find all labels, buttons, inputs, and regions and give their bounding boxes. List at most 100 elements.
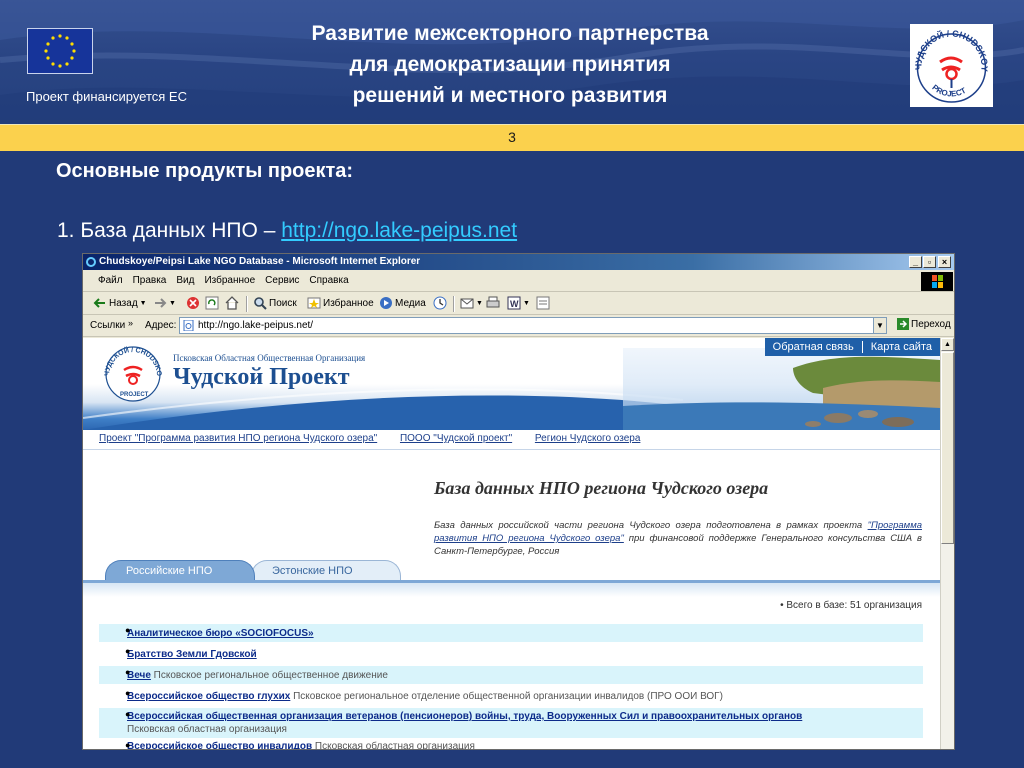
section-heading: Основные продукты проекта: (56, 160, 354, 182)
database-description: База данных российской части региона Чуд… (434, 519, 922, 558)
home-button[interactable] (225, 296, 239, 310)
favorites-label: Избранное (323, 297, 374, 309)
edit-word-button[interactable]: W ▼ (507, 296, 530, 310)
search-label: Поиск (269, 297, 297, 309)
forward-arrow-icon (155, 298, 167, 308)
sitemap-link[interactable]: Карта сайта (863, 338, 940, 356)
history-button[interactable] (433, 296, 447, 310)
standard-toolbar: Назад ▼ ▼ Поиск Избранное Медиа ▼ W ▼ (83, 293, 954, 315)
chevron-down-icon: ▼ (169, 299, 176, 307)
ngo-link[interactable]: Братство Земли Гдовской (127, 649, 257, 660)
bullet: ● (125, 625, 131, 635)
bullet: ● (125, 740, 131, 749)
site-org-name: Псковская Областная Общественная Организ… (173, 353, 366, 363)
site-name[interactable]: Чудской Проект (173, 364, 350, 391)
ngo-tabs: Российские НПО Эстонские НПО (105, 558, 405, 580)
divider (83, 449, 940, 450)
list-item-prefix: 1. База данных НПО – (57, 219, 282, 242)
media-button[interactable]: Медиа (379, 296, 426, 310)
list-item: ● Аналитическое бюро «SOCIOFOCUS» (99, 624, 923, 642)
region-link[interactable]: Регион Чудского озера (535, 433, 640, 444)
ngo-link[interactable]: Вече (127, 670, 151, 681)
site-header: Обратная связь Карта сайта ЧУДСКОЙ / CHU… (83, 338, 940, 430)
discuss-button[interactable] (536, 296, 550, 310)
list-item: ● Всероссийское общество глухих Псковско… (99, 687, 923, 705)
ngo-link[interactable]: Всероссийское общество инвалидов (127, 741, 312, 749)
back-button[interactable]: Назад ▼ (93, 296, 147, 310)
list-item: ● Всероссийская общественная организация… (99, 708, 923, 738)
chudskoye-project-logo: ЧУДСКОЙ / CHUDSKOYE PROJECT (907, 16, 993, 107)
site-chudskoye-logo[interactable]: ЧУДСКОЙ / CHUDSKOYE PROJECT (99, 338, 165, 402)
mail-button[interactable]: ▼ (460, 296, 483, 310)
menu-edit[interactable]: Правка (128, 271, 172, 291)
slide-number-bar: 3 (0, 124, 1024, 151)
window-title: Chudskoye/Peipsi Lake NGO Database - Mic… (99, 256, 421, 267)
minimize-button[interactable]: _ (909, 256, 922, 268)
feedback-link[interactable]: Обратная связь (765, 338, 862, 356)
links-chevron-icon: » (128, 318, 134, 328)
slide-title-line: Развитие межсекторного партнерства (311, 22, 709, 45)
vertical-scrollbar[interactable]: ▲ (940, 338, 954, 749)
pooo-link[interactable]: ПООО "Чудской проект" (400, 433, 512, 444)
chevron-down-icon: ▼ (523, 299, 530, 307)
media-label: Медиа (395, 297, 426, 309)
menu-file[interactable]: Файл (93, 271, 128, 291)
bullet: ● (125, 709, 131, 719)
slide-title: Развитие межсекторного партнерства для д… (250, 18, 770, 111)
mail-icon (460, 298, 474, 309)
stop-button[interactable] (186, 296, 200, 310)
favorites-star-icon (307, 297, 321, 309)
chevron-down-icon: ▼ (139, 299, 147, 307)
stop-icon (187, 297, 199, 309)
maximize-button[interactable]: ▫ (923, 256, 936, 268)
menu-favorites[interactable]: Избранное (199, 271, 260, 291)
ngo-link[interactable]: Всероссийская общественная организация в… (127, 711, 802, 722)
address-bar: Ссылки » Адрес: http://ngo.lake-peipus.n… (83, 315, 954, 337)
search-icon (254, 297, 267, 310)
menu-view[interactable]: Вид (171, 271, 199, 291)
list-item: ● Вече Псковское региональное общественн… (99, 666, 923, 684)
site-top-nav: Обратная связь Карта сайта (764, 338, 940, 356)
ngo-desc: Псковская областная организация (127, 724, 287, 735)
eu-funded-caption: Проект финансируется ЕС (26, 89, 187, 104)
chevron-down-icon: ▼ (476, 299, 483, 307)
ngo-link[interactable]: Аналитическое бюро «SOCIOFOCUS» (127, 628, 314, 639)
ie-logo-icon (86, 257, 96, 267)
tab-estonian-ngo[interactable]: Эстонские НПО (251, 560, 401, 580)
address-dropdown-button[interactable]: ▼ (873, 317, 887, 334)
project-program-link[interactable]: Проект "Программа развития НПО региона Ч… (99, 433, 377, 444)
window-titlebar[interactable]: Chudskoye/Peipsi Lake NGO Database - Mic… (83, 254, 954, 270)
page-viewport[interactable]: Обратная связь Карта сайта ЧУДСКОЙ / CHU… (83, 338, 940, 749)
links-button[interactable]: Ссылки (90, 320, 125, 331)
total-count: • Всего в базе: 51 организация (780, 600, 922, 611)
tab-russian-ngo[interactable]: Российские НПО (105, 560, 255, 580)
ie-browser-window: Chudskoye/Peipsi Lake NGO Database - Mic… (82, 253, 955, 750)
menu-help[interactable]: Справка (304, 271, 353, 291)
go-button[interactable]: Переход (897, 318, 951, 330)
page-icon (183, 320, 194, 331)
ngo-database-link[interactable]: http://ngo.lake-peipus.net (281, 219, 517, 242)
scroll-up-arrow-icon[interactable]: ▲ (941, 338, 954, 351)
home-icon (225, 296, 239, 310)
favorites-button[interactable]: Избранное (307, 296, 374, 310)
toolbar-separator (453, 296, 455, 312)
back-arrow-icon (93, 298, 105, 308)
ngo-link[interactable]: Всероссийское общество глухих (127, 691, 290, 702)
print-icon (486, 296, 500, 308)
list-item: ● Всероссийское общество инвалидов Псков… (99, 739, 923, 749)
word-icon: W (507, 296, 521, 310)
close-button[interactable]: × (938, 256, 951, 268)
search-button[interactable]: Поиск (253, 296, 297, 310)
tab-panel-shade (83, 583, 940, 597)
address-input[interactable]: http://ngo.lake-peipus.net/ (179, 317, 887, 334)
print-button[interactable] (486, 296, 500, 310)
list-item: ● Братство Земли Гдовской (99, 645, 923, 663)
forward-button[interactable]: ▼ (153, 296, 176, 310)
scroll-thumb[interactable] (941, 352, 954, 544)
refresh-button[interactable] (205, 296, 219, 310)
svg-text:ЧУДСКОЙ / CHUDSKOYE: ЧУДСКОЙ / CHUDSKOYE (910, 24, 990, 72)
menu-tools[interactable]: Сервис (260, 271, 304, 291)
slide-header: Проект финансируется ЕС Развитие межсект… (0, 0, 1024, 124)
database-description-text: База данных российской части региона Чуд… (434, 520, 868, 531)
ngo-desc: Псковская областная организация (312, 741, 475, 749)
